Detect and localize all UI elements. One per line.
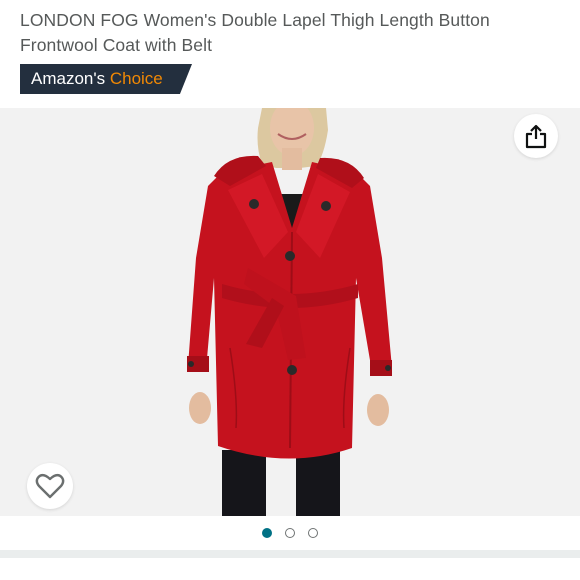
add-to-wishlist-button[interactable] [27, 463, 73, 509]
pagination-dot-3[interactable] [308, 528, 318, 538]
section-divider [0, 550, 580, 558]
image-pagination [0, 516, 580, 550]
pagination-dot-2[interactable] [285, 528, 295, 538]
pagination-dot-1[interactable] [262, 528, 272, 538]
share-button[interactable] [514, 114, 558, 158]
badge-prefix: Amazon's [31, 69, 106, 88]
amazons-choice-badge: Amazon's Choice [20, 64, 192, 94]
product-image-gallery[interactable] [0, 108, 580, 516]
share-icon [525, 124, 547, 149]
heart-outline-icon [35, 473, 65, 499]
product-image[interactable] [0, 108, 580, 516]
product-title: LONDON FOG Women's Double Lapel Thigh Le… [20, 10, 490, 55]
badge-highlight: Choice [109, 69, 163, 88]
